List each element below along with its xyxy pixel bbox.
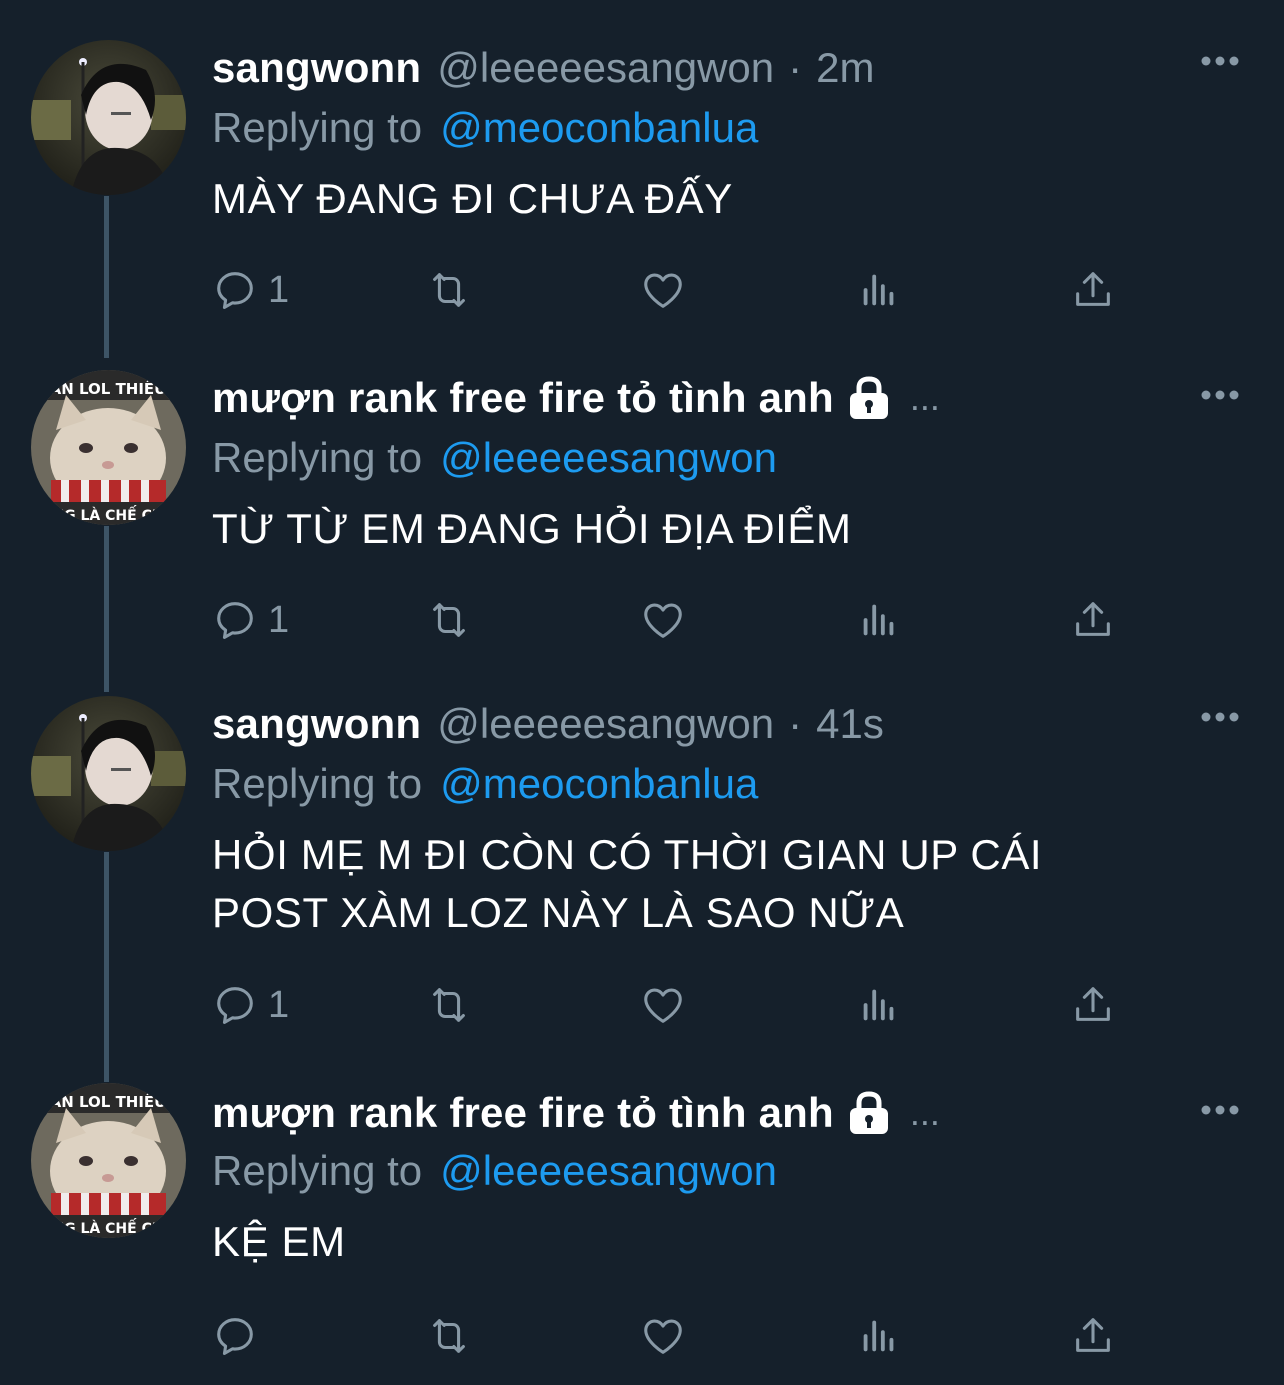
retweet-button[interactable] [426,265,472,315]
mention-link[interactable]: @meoconbanlua [440,760,758,807]
replying-to: Replying to @meoconbanlua [212,98,758,158]
mention-link[interactable]: @leeeeesangwon [440,434,777,481]
more-icon[interactable] [1200,54,1240,68]
name-truncation: ... [909,377,940,418]
display-name[interactable]: mượn rank free fire tỏ tình anh [212,1083,834,1143]
tweet-header: mượn rank free fire tỏ tình anh ... [212,368,940,428]
tweet-header: mượn rank free fire tỏ tình anh ... [212,1083,940,1143]
tweet-actions [212,1311,1132,1361]
tweet-text-line: HỎI MẸ M ĐI CÒN CÓ THỜI GIAN UP CÁI [212,831,1043,878]
tweet-text: HỎI MẸ M ĐI CÒN CÓ THỜI GIAN UP CÁI POST… [212,826,1222,942]
more-icon[interactable] [1200,1103,1240,1117]
tweet-item[interactable]: sangwonn @leeeeesangwon · 2m Replying to… [0,40,1284,340]
user-handle[interactable]: @leeeeesangwon [437,694,774,754]
like-button[interactable] [640,595,686,645]
reply-button[interactable] [212,1311,268,1361]
share-button[interactable] [1070,1311,1116,1361]
replying-to-label: Replying to [212,1147,423,1194]
like-icon [644,603,682,638]
mention-link[interactable]: @meoconbanlua [440,104,758,151]
lock-icon [849,376,888,419]
tweet-actions: 1 [212,595,1132,645]
reply-count: 1 [268,983,290,1026]
retweet-icon [433,603,465,637]
reply-button[interactable]: 1 [212,595,289,645]
like-icon [644,1319,682,1354]
retweet-icon [433,273,465,307]
replying-to-label: Replying to [212,434,423,481]
share-icon [1076,272,1110,306]
share-icon [1076,602,1110,636]
timestamp[interactable]: 2m [816,38,874,98]
tweet-actions: 1 [212,265,1132,315]
tweet-item[interactable]: ĂN LOL THIẾU NG LÀ CHẾ CH mượn rank free… [0,1083,1284,1383]
mention-link[interactable]: @leeeeesangwon [440,1147,777,1194]
analytics-button[interactable] [856,265,902,315]
replying-to-label: Replying to [212,760,423,807]
reply-count: 1 [268,598,290,641]
avatar-caption-top: ĂN LOL THIẾU [50,1090,167,1111]
retweet-button[interactable] [426,980,472,1030]
like-button[interactable] [640,1311,686,1361]
tweet-actions: 1 [212,980,1132,1030]
tweet-header: sangwonn @leeeeesangwon · 41s [212,694,884,754]
avatar-caption-top: ĂN LOL THIẾU [50,377,167,398]
avatar-caption-bottom: NG LÀ CHẾ CH [52,505,163,524]
separator-dot: · [788,700,803,747]
analytics-icon [863,604,894,636]
share-button[interactable] [1070,265,1116,315]
replying-to: Replying to @meoconbanlua [212,754,758,814]
analytics-button[interactable] [856,980,902,1030]
retweet-icon [433,988,465,1022]
like-button[interactable] [640,265,686,315]
tweet-header: sangwonn @leeeeesangwon · 2m [212,38,875,98]
separator-dot: · [788,44,803,91]
reply-icon [217,602,253,639]
reply-icon [217,987,253,1024]
reply-button[interactable]: 1 [212,980,289,1030]
like-icon [644,988,682,1023]
retweet-button[interactable] [426,1311,472,1361]
tweet-text-line: POST XÀM LOZ NÀY LÀ SAO NỮA [212,889,905,936]
timestamp[interactable]: 41s [816,694,884,754]
display-name[interactable]: sangwonn [212,694,421,754]
reply-icon [217,1318,253,1355]
display-name[interactable]: mượn rank free fire tỏ tình anh [212,368,834,428]
replying-to: Replying to @leeeeesangwon [212,428,777,488]
share-button[interactable] [1070,980,1116,1030]
share-button[interactable] [1070,595,1116,645]
like-button[interactable] [640,980,686,1030]
avatar[interactable] [31,696,186,851]
tweet-item[interactable]: ĂN LOL THIẾU NG LÀ CHẾ CH mượn rank free… [0,370,1284,670]
replying-to: Replying to @leeeeesangwon [212,1141,777,1201]
avatar[interactable]: ĂN LOL THIẾU NG LÀ CHẾ CH [31,1083,186,1238]
analytics-icon [863,274,894,306]
tweet-item[interactable]: sangwonn @leeeeesangwon · 41s Replying t… [0,696,1284,1056]
reply-count: 1 [268,268,290,311]
analytics-button[interactable] [856,595,902,645]
avatar[interactable] [31,40,186,195]
more-icon[interactable] [1200,388,1240,402]
name-truncation: ... [909,1092,940,1133]
tweet-text: TỪ TỪ EM ĐANG HỎI ĐỊA ĐIỂM [212,505,852,552]
analytics-icon [863,989,894,1021]
share-icon [1076,987,1110,1021]
retweet-icon [433,1319,465,1353]
reply-button[interactable]: 1 [212,265,289,315]
tweet-text: MÀY ĐANG ĐI CHƯA ĐẤY [212,175,733,222]
tweet-text: KỆ EM [212,1218,346,1265]
analytics-icon [863,1320,894,1352]
like-icon [644,273,682,308]
reply-icon [217,272,253,309]
share-icon [1076,1318,1110,1352]
avatar-caption-bottom: NG LÀ CHẾ CH [52,1218,163,1237]
user-handle[interactable]: @leeeeesangwon [437,38,774,98]
retweet-button[interactable] [426,595,472,645]
analytics-button[interactable] [856,1311,902,1361]
more-icon[interactable] [1200,710,1240,724]
replying-to-label: Replying to [212,104,423,151]
avatar[interactable]: ĂN LOL THIẾU NG LÀ CHẾ CH [31,370,186,525]
lock-icon [849,1091,888,1134]
display-name[interactable]: sangwonn [212,38,421,98]
